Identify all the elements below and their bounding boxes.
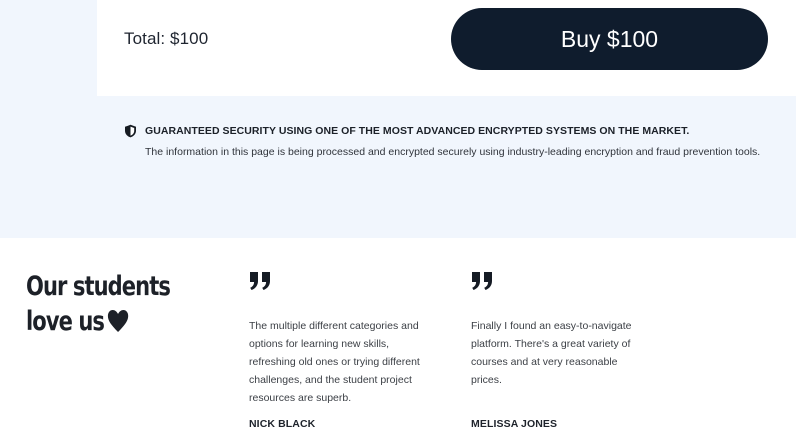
testimonials-title: Our students love us bbox=[26, 269, 174, 339]
testimonial-author: NICK BLACK bbox=[249, 418, 316, 430]
quote-icon bbox=[249, 268, 429, 290]
quote-icon bbox=[471, 268, 651, 290]
security-notice: GUARANTEED SECURITY USING ONE OF THE MOS… bbox=[124, 124, 774, 161]
testimonial-author: MELISSA JONES bbox=[471, 418, 558, 430]
testimonials-title-text: Our students love us bbox=[26, 271, 171, 337]
testimonial-card: Finally I found an easy-to-navigate plat… bbox=[471, 268, 651, 430]
security-description: The information in this page is being pr… bbox=[145, 146, 761, 158]
security-heading-row: GUARANTEED SECURITY USING ONE OF THE MOS… bbox=[124, 124, 774, 138]
buy-button[interactable]: Buy $100 bbox=[451, 8, 768, 70]
checkout-summary-card: Total: $100 Buy $100 bbox=[97, 0, 796, 96]
shield-icon bbox=[124, 124, 137, 138]
testimonial-text: Finally I found an easy-to-navigate plat… bbox=[471, 320, 632, 386]
testimonial-text: The multiple different categories and op… bbox=[249, 320, 420, 404]
order-total: Total: $100 bbox=[124, 29, 209, 48]
testimonial-card: The multiple different categories and op… bbox=[249, 268, 429, 430]
checkout-section: Total: $100 Buy $100 GUARANTEED SECURITY… bbox=[0, 0, 796, 238]
heart-icon bbox=[107, 307, 129, 332]
security-heading: GUARANTEED SECURITY USING ONE OF THE MOS… bbox=[145, 125, 690, 137]
testimonials-section: Our students love us The multiple differ… bbox=[0, 238, 796, 448]
